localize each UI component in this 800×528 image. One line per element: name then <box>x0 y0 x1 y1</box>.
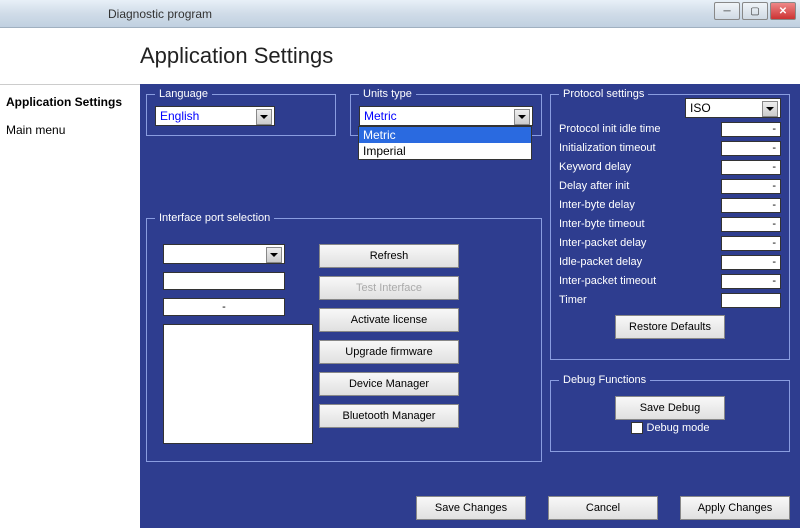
proto-value[interactable]: - <box>721 236 781 251</box>
proto-label: Keyword delay <box>559 161 631 173</box>
proto-value[interactable]: - <box>721 122 781 137</box>
minimize-button[interactable]: ─ <box>714 2 740 20</box>
language-legend: Language <box>155 88 212 100</box>
cancel-button[interactable]: Cancel <box>548 496 658 520</box>
bluetooth-manager-button[interactable]: Bluetooth Manager <box>319 404 459 428</box>
maximize-button[interactable]: ▢ <box>742 2 768 20</box>
refresh-button[interactable]: Refresh <box>319 244 459 268</box>
proto-value[interactable]: - <box>721 274 781 289</box>
proto-label: Delay after init <box>559 180 629 192</box>
language-combo[interactable]: English <box>155 106 275 126</box>
proto-label: Inter-packet timeout <box>559 275 656 287</box>
sidebar: Application Settings Main menu <box>0 84 140 528</box>
port-legend: Interface port selection <box>155 212 274 224</box>
debug-group: Debug Functions Save Debug Debug mode <box>550 374 790 452</box>
proto-value[interactable]: - <box>721 141 781 156</box>
main-panel: Language English Units type Metric Metri… <box>140 84 800 528</box>
proto-label: Inter-byte delay <box>559 199 635 211</box>
port-field-3[interactable]: - <box>163 298 285 316</box>
port-field-2[interactable] <box>163 272 285 290</box>
proto-value[interactable] <box>721 293 781 308</box>
protocol-rows: Protocol init idle time - Initialization … <box>559 120 781 309</box>
test-interface-button: Test Interface <box>319 276 459 300</box>
proto-value[interactable]: - <box>721 160 781 175</box>
debug-mode-label: Debug mode <box>647 422 710 434</box>
protocol-legend: Protocol settings <box>559 88 648 100</box>
titlebar: Diagnostic program ─ ▢ ✕ <box>0 0 800 28</box>
units-legend: Units type <box>359 88 416 100</box>
protocol-combo-value: ISO <box>690 101 711 115</box>
bottom-buttons: Save Changes Cancel Apply Changes <box>416 496 790 520</box>
activate-license-button[interactable]: Activate license <box>319 308 459 332</box>
window-controls: ─ ▢ ✕ <box>714 2 796 20</box>
device-manager-button[interactable]: Device Manager <box>319 372 459 396</box>
sidebar-item-main-menu[interactable]: Main menu <box>6 121 134 139</box>
proto-label: Timer <box>559 294 587 306</box>
port-listbox[interactable] <box>163 324 313 444</box>
proto-label: Initialization timeout <box>559 142 656 154</box>
proto-value[interactable]: - <box>721 179 781 194</box>
proto-value[interactable]: - <box>721 255 781 270</box>
port-combo[interactable] <box>163 244 285 264</box>
proto-value[interactable]: - <box>721 198 781 213</box>
proto-value[interactable]: - <box>721 217 781 232</box>
window-title: Diagnostic program <box>108 7 212 21</box>
units-option-imperial[interactable]: Imperial <box>359 143 531 159</box>
proto-label: Inter-packet delay <box>559 237 646 249</box>
page-title: Application Settings <box>140 43 333 69</box>
upgrade-firmware-button[interactable]: Upgrade firmware <box>319 340 459 364</box>
proto-label: Idle-packet delay <box>559 256 642 268</box>
units-combo[interactable]: Metric <box>359 106 533 126</box>
debug-legend: Debug Functions <box>559 374 650 386</box>
language-group: Language English <box>146 88 336 136</box>
units-option-metric[interactable]: Metric <box>359 127 531 143</box>
apply-changes-button[interactable]: Apply Changes <box>680 496 790 520</box>
protocol-combo[interactable]: ISO <box>685 98 781 118</box>
units-dropdown[interactable]: Metric Imperial <box>358 126 532 160</box>
header: Application Settings <box>0 28 800 84</box>
save-changes-button[interactable]: Save Changes <box>416 496 526 520</box>
sidebar-item-app-settings[interactable]: Application Settings <box>6 93 134 111</box>
language-value: English <box>160 109 199 123</box>
restore-defaults-button[interactable]: Restore Defaults <box>615 315 725 339</box>
protocol-group: Protocol settings ISO Protocol init idle… <box>550 88 790 360</box>
port-group: Interface port selection - Refresh Test … <box>146 212 542 462</box>
debug-mode-checkbox[interactable] <box>631 422 643 434</box>
proto-label: Protocol init idle time <box>559 123 661 135</box>
close-button[interactable]: ✕ <box>770 2 796 20</box>
save-debug-button[interactable]: Save Debug <box>615 396 725 420</box>
proto-label: Inter-byte timeout <box>559 218 645 230</box>
units-value: Metric <box>364 109 397 123</box>
